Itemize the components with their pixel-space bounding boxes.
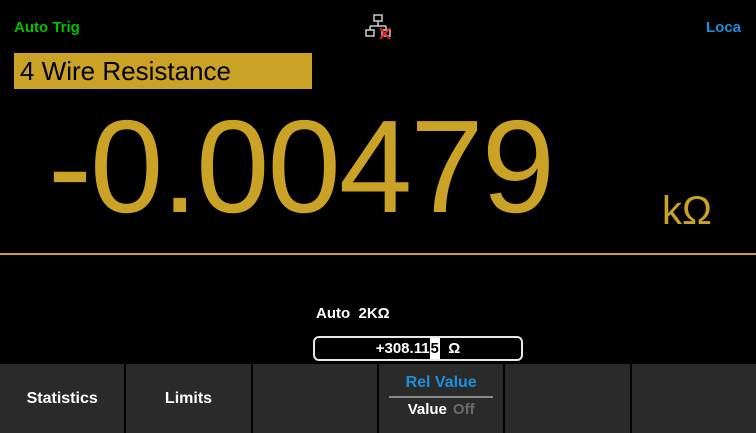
rel-option-value: Value <box>407 401 447 418</box>
reading-unit: kΩ <box>662 189 712 233</box>
trigger-status: Auto Trig <box>14 19 80 36</box>
empty-softkey-5[interactable] <box>505 364 630 433</box>
limits-softkey[interactable]: Limits <box>126 364 251 433</box>
rel-value-title: Rel Value <box>405 374 477 391</box>
rel-value-entry[interactable]: +308.115 Ω <box>313 336 523 361</box>
rel-option-off: Off <box>452 401 475 418</box>
main-reading: -0.00479 <box>48 93 555 240</box>
divider-line <box>0 253 756 255</box>
measurement-function-label: 4 Wire Resistance <box>14 53 312 89</box>
limits-label: Limits <box>164 389 213 407</box>
entry-cursor-digit[interactable]: 5 <box>429 338 440 359</box>
statistics-label: Statistics <box>26 389 98 407</box>
status-bar: Auto Trig Loca <box>0 14 756 40</box>
entry-unit: Ω <box>439 340 461 357</box>
empty-softkey-3[interactable] <box>252 364 377 433</box>
network-disconnected-icon <box>365 14 391 40</box>
entry-prefix: +308.11 <box>375 340 430 357</box>
softkey-bar: Statistics Limits Rel Value Value Off <box>0 364 756 433</box>
range-label: Auto 2KΩ <box>316 305 390 322</box>
empty-softkey-6[interactable] <box>631 364 756 433</box>
rel-value-options: Value Off <box>408 401 475 418</box>
rel-value-separator <box>389 396 494 398</box>
remote-status: Loca <box>706 19 742 36</box>
rel-value-softkey[interactable]: Rel Value Value Off <box>378 364 504 433</box>
statistics-softkey[interactable]: Statistics <box>0 364 125 433</box>
